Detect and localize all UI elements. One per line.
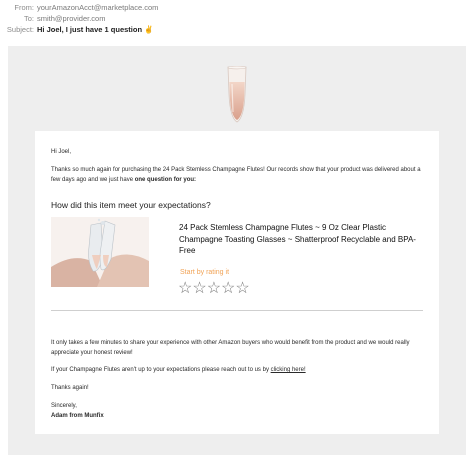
review-paragraph: It only takes a few minutes to share you… xyxy=(51,340,410,356)
thanks-text: Thanks again! xyxy=(51,385,89,391)
star-4-icon[interactable]: ☆ xyxy=(221,280,235,297)
star-5-icon[interactable]: ☆ xyxy=(235,280,249,297)
to-label: To: xyxy=(23,14,34,23)
intro-paragraph: Thanks so much again for purchasing the … xyxy=(51,165,421,185)
signoff-text: Sincerely, xyxy=(51,403,77,409)
contact-paragraph: If your Champagne Flutes aren't up to yo… xyxy=(51,365,421,375)
intro-text: Thanks so much again for purchasing the … xyxy=(51,167,421,183)
email-card: Hi Joel, Thanks so much again for purcha… xyxy=(35,131,439,434)
clicking-here-link[interactable]: clicking here! xyxy=(271,367,306,373)
subject-row: Subject: Hi Joel, I just have 1 question … xyxy=(0,25,154,35)
star-rating[interactable]: ☆☆☆☆☆ xyxy=(178,280,250,298)
product-photo[interactable] xyxy=(51,217,149,287)
signature: Adam from Munfix xyxy=(51,413,104,419)
contact-text: If your Champagne Flutes aren't up to yo… xyxy=(51,367,271,373)
to-row: To: smith@provider.com xyxy=(0,14,105,24)
greeting: Hi Joel, xyxy=(51,149,72,155)
star-3-icon[interactable]: ☆ xyxy=(207,280,221,297)
subject-label: Subject: xyxy=(6,25,34,34)
rate-label: Start by rating it xyxy=(180,269,230,276)
product-title[interactable]: 24 Pack Stemless Champagne Flutes ~ 9 Oz… xyxy=(179,222,427,257)
star-2-icon[interactable]: ☆ xyxy=(192,280,206,297)
from-value: yourAmazonAcct@marketplace.com xyxy=(37,3,159,12)
section-divider xyxy=(51,310,423,311)
to-value: smith@provider.com xyxy=(37,14,106,23)
intro-bold-text: one question for you: xyxy=(134,177,197,183)
email-header: From: yourAmazonAcct@marketplace.com To: s… xyxy=(0,0,474,40)
subject-value: Hi Joel, I just have 1 question ✌ xyxy=(37,25,154,34)
star-1-icon[interactable]: ☆ xyxy=(178,280,192,297)
rating-question: How did this item meet your expectations… xyxy=(51,200,211,210)
from-label: From: xyxy=(14,3,34,12)
champagne-glass-logo xyxy=(227,66,247,123)
from-row: From: yourAmazonAcct@marketplace.com xyxy=(0,3,158,13)
